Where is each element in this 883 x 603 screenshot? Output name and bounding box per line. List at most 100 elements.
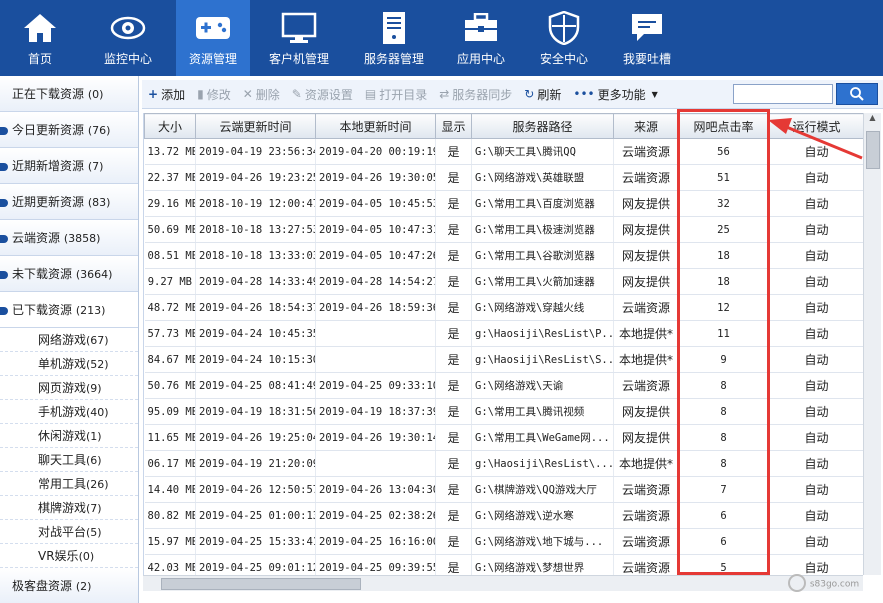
cell-source: 网友提供 <box>613 216 679 243</box>
sidebar-subitem[interactable]: 聊天工具(6) <box>0 448 138 472</box>
nav-label: 资源管理 <box>188 52 237 66</box>
nav-server-management[interactable]: 服务器管理 <box>348 0 440 76</box>
sidebar-subitem-label: 网络游戏 <box>38 333 87 347</box>
cell-size: 48.72 MB <box>144 294 196 321</box>
refresh-button[interactable]: ↻ 刷新 <box>524 86 561 103</box>
nav-home[interactable]: 首页 <box>0 0 80 76</box>
sidebar-subitem[interactable]: 对战平台(5) <box>0 520 138 544</box>
sidebar-item-count: (7) <box>87 160 104 173</box>
watermark-logo-icon <box>788 574 806 592</box>
server-icon <box>376 10 412 46</box>
cell-size: 11.65 MB <box>144 424 196 451</box>
cell-display: 是 <box>435 138 472 165</box>
delete-button[interactable]: ✕ 删除 <box>243 86 280 103</box>
open-directory-button[interactable]: ▤ 打开目录 <box>365 86 427 103</box>
cell-server-path: G:\常用工具\谷歌浏览器 <box>471 242 614 269</box>
nav-label: 监控中心 <box>103 52 152 66</box>
cell-server-path: G:\常用工具\百度浏览器 <box>471 190 614 217</box>
edit-icon: ▮ <box>197 87 204 101</box>
bullet-icon <box>0 306 8 315</box>
nav-resource-management[interactable]: 资源管理 <box>176 0 250 76</box>
cell-cloud-time: 2019-04-19 18:31:56 <box>195 398 316 425</box>
cell-cloud-time: 2018-10-18 13:33:03 <box>195 242 316 269</box>
column-header[interactable]: 大小 <box>144 113 196 139</box>
search-icon <box>850 87 864 101</box>
cell-cloud-time: 2019-04-26 18:54:37 <box>195 294 316 321</box>
bullet-icon <box>0 270 8 279</box>
horizontal-scrollbar[interactable] <box>143 575 863 591</box>
scroll-thumb[interactable] <box>866 131 880 169</box>
horizontal-scroll-thumb[interactable] <box>161 578 361 590</box>
cell-run-mode: 自动 <box>768 450 863 477</box>
sidebar-item[interactable]: 未下载资源 (3664) <box>0 256 138 292</box>
annotation-arrow <box>768 118 863 160</box>
sidebar-subitem-count: (9) <box>86 382 102 395</box>
cell-size: 29.16 MB <box>144 190 196 217</box>
sidebar-subitem[interactable]: 常用工具(26) <box>0 472 138 496</box>
sidebar-item-count: (0) <box>87 88 104 101</box>
modify-button[interactable]: ▮ 修改 <box>197 86 231 103</box>
cell-local-time: 2019-04-25 16:16:00 <box>315 528 436 555</box>
cell-server-path: G:\网络游戏\地下城与... <box>471 528 614 555</box>
cell-local-time: 2019-04-20 00:19:19 <box>315 138 436 165</box>
column-header[interactable]: 本地更新时间 <box>315 113 436 139</box>
more-icon: ••• <box>573 87 595 101</box>
cell-run-mode: 自动 <box>768 346 863 373</box>
column-header[interactable]: 服务器路径 <box>471 113 614 139</box>
cell-source: 云端资源 <box>613 294 679 321</box>
sidebar-subitem[interactable]: 单机游戏(52) <box>0 352 138 376</box>
cell-server-path: G:\常用工具\WeGame网... <box>471 424 614 451</box>
sidebar-item-count: (213) <box>75 304 106 317</box>
cell-run-mode: 自动 <box>768 528 863 555</box>
sidebar-subitem-count: (40) <box>86 406 109 419</box>
nav-label: 我要吐槽 <box>622 52 671 66</box>
search-button[interactable] <box>836 83 878 105</box>
nav-monitor-center[interactable]: 监控中心 <box>80 0 176 76</box>
sidebar-item[interactable]: 今日更新资源 (76) <box>0 112 138 148</box>
sidebar-subitem[interactable]: 手机游戏(40) <box>0 400 138 424</box>
add-button[interactable]: + 添加 <box>148 86 185 103</box>
sidebar-subitem[interactable]: 休闲游戏(1) <box>0 424 138 448</box>
column-header[interactable]: 显示 <box>435 113 472 139</box>
cell-display: 是 <box>435 268 472 295</box>
dropdown-arrow-icon: ▼ <box>651 89 658 99</box>
server-sync-button[interactable]: ⇄ 服务器同步 <box>439 86 512 103</box>
cell-display: 是 <box>435 320 472 347</box>
sidebar-item[interactable]: 已下载资源 (213) <box>0 292 138 328</box>
cell-size: 06.17 MB <box>144 450 196 477</box>
sidebar-subitem[interactable]: 棋牌游戏(7) <box>0 496 138 520</box>
nav-label: 安全中心 <box>539 52 588 66</box>
cell-server-path: G:\网络游戏\英雄联盟 <box>471 164 614 191</box>
cell-run-mode: 自动 <box>768 502 863 529</box>
cell-size: 13.72 MB <box>144 138 196 165</box>
cell-run-mode: 自动 <box>768 268 863 295</box>
sidebar-item[interactable]: 近期更新资源 (83) <box>0 184 138 220</box>
sidebar-subitem[interactable]: 网页游戏(9) <box>0 376 138 400</box>
resource-settings-button[interactable]: ✎ 资源设置 <box>292 86 353 103</box>
cell-size: 42.03 MB <box>144 554 196 575</box>
search-input[interactable] <box>733 84 833 104</box>
column-header[interactable]: 来源 <box>613 113 679 139</box>
nav-feedback[interactable]: 我要吐槽 <box>606 0 688 76</box>
cell-display: 是 <box>435 164 472 191</box>
nav-security-center[interactable]: 安全中心 <box>522 0 606 76</box>
cell-size: 15.97 MB <box>144 528 196 555</box>
more-functions-button[interactable]: ••• 更多功能 ▼ <box>573 86 657 103</box>
sidebar-item[interactable]: 近期新增资源 (7) <box>0 148 138 184</box>
cell-run-mode: 自动 <box>768 398 863 425</box>
sidebar-subitem-label: 棋牌游戏 <box>38 501 87 515</box>
cell-cloud-time: 2019-04-24 10:45:35 <box>195 320 316 347</box>
sidebar-item-count: (83) <box>87 196 111 209</box>
sidebar-item[interactable]: 正在下载资源 (0) <box>0 76 138 112</box>
sidebar-subitem[interactable]: VR娱乐(0) <box>0 544 138 568</box>
cell-size: 95.09 MB <box>144 398 196 425</box>
cell-run-mode: 自动 <box>768 190 863 217</box>
sidebar-item[interactable]: 云端资源 (3858) <box>0 220 138 256</box>
nav-client-management[interactable]: 客户机管理 <box>250 0 348 76</box>
sidebar-subitem[interactable]: 网络游戏(67) <box>0 328 138 352</box>
vertical-scrollbar[interactable]: ▲ <box>863 113 881 575</box>
sidebar-subitem-label: 对战平台 <box>38 525 87 539</box>
nav-app-center[interactable]: 应用中心 <box>440 0 522 76</box>
column-header[interactable]: 云端更新时间 <box>195 113 316 139</box>
sidebar-item[interactable]: 极客盘资源 (2) <box>0 568 138 603</box>
